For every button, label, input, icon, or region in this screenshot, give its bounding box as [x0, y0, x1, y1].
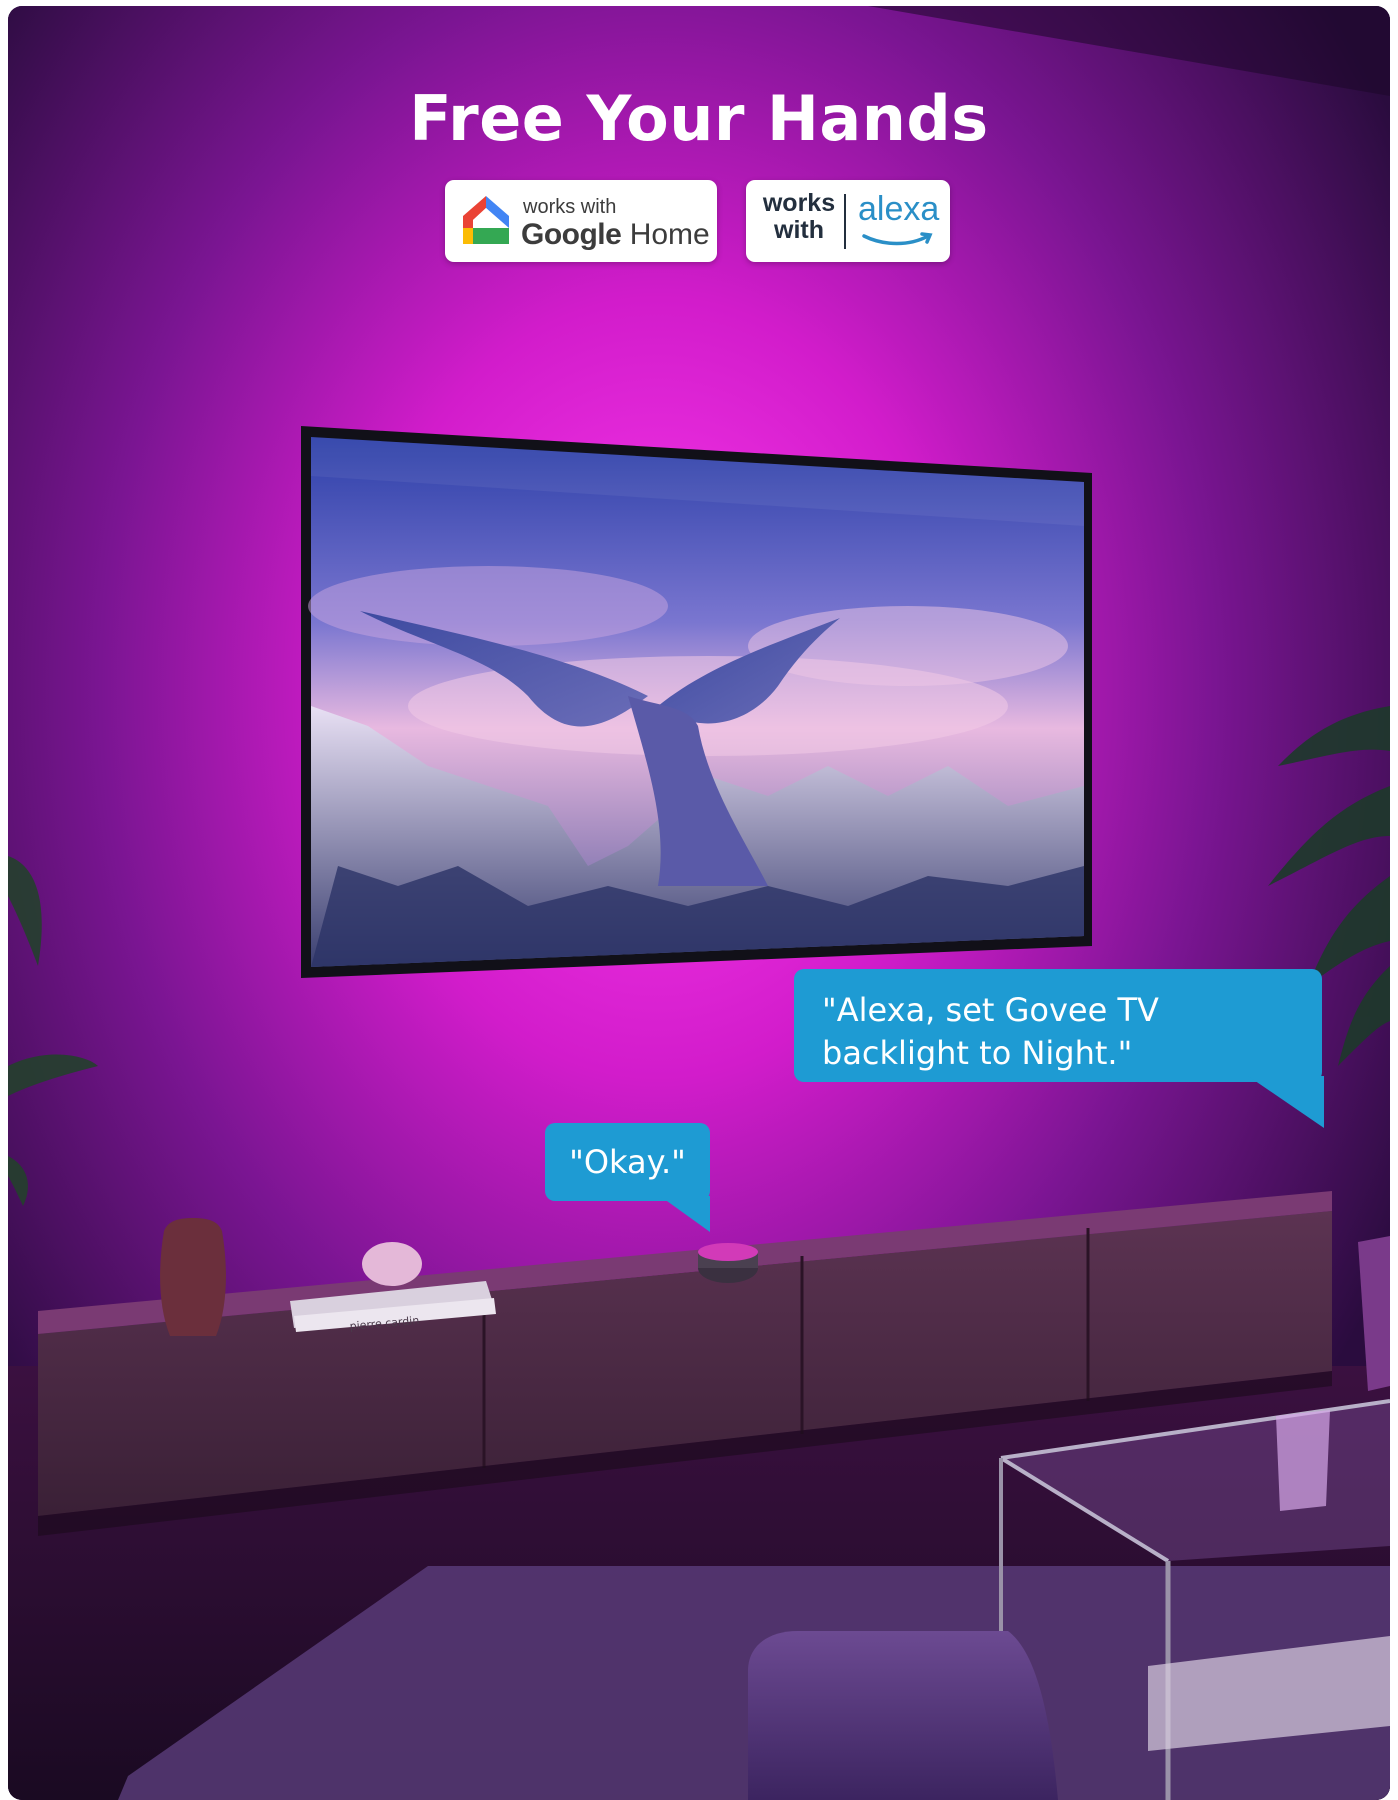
living-room-scene: pierre cardin	[8, 6, 1390, 1800]
sofa	[748, 1631, 1058, 1800]
alexa-smile-icon	[862, 232, 933, 246]
okay-reply-text: "Okay."	[569, 1143, 686, 1181]
works-with-label: works with	[759, 190, 839, 244]
divider	[844, 194, 846, 249]
bubble-tail	[1248, 1076, 1324, 1128]
home-word: Home	[629, 218, 710, 251]
works-with-label: works with	[523, 196, 617, 218]
google-home-wordmark: Google Home	[521, 218, 710, 252]
tv	[301, 426, 1092, 978]
works-text: works	[762, 189, 836, 217]
vase	[160, 1218, 226, 1336]
bubble-tail	[660, 1196, 710, 1232]
google-word: Google	[521, 218, 622, 251]
headline: Free Your Hands	[409, 82, 989, 155]
alexa-command-bubble: "Alexa, set Govee TV backlight to Night.…	[794, 969, 1322, 1082]
product-image-card: pierre cardin Free Your Hands works with…	[8, 6, 1390, 1800]
with-text: with	[774, 216, 824, 244]
works-with-alexa-badge: works with alexa	[746, 180, 950, 262]
google-home-icon	[463, 196, 509, 244]
okay-reply-bubble: "Okay."	[545, 1123, 710, 1201]
alexa-wordmark: alexa	[858, 190, 940, 228]
alexa-command-text: "Alexa, set Govee TV backlight to Night.…	[822, 991, 1159, 1072]
echo-dot-speaker	[698, 1243, 758, 1283]
works-with-google-home-badge: works with Google Home	[445, 180, 717, 262]
